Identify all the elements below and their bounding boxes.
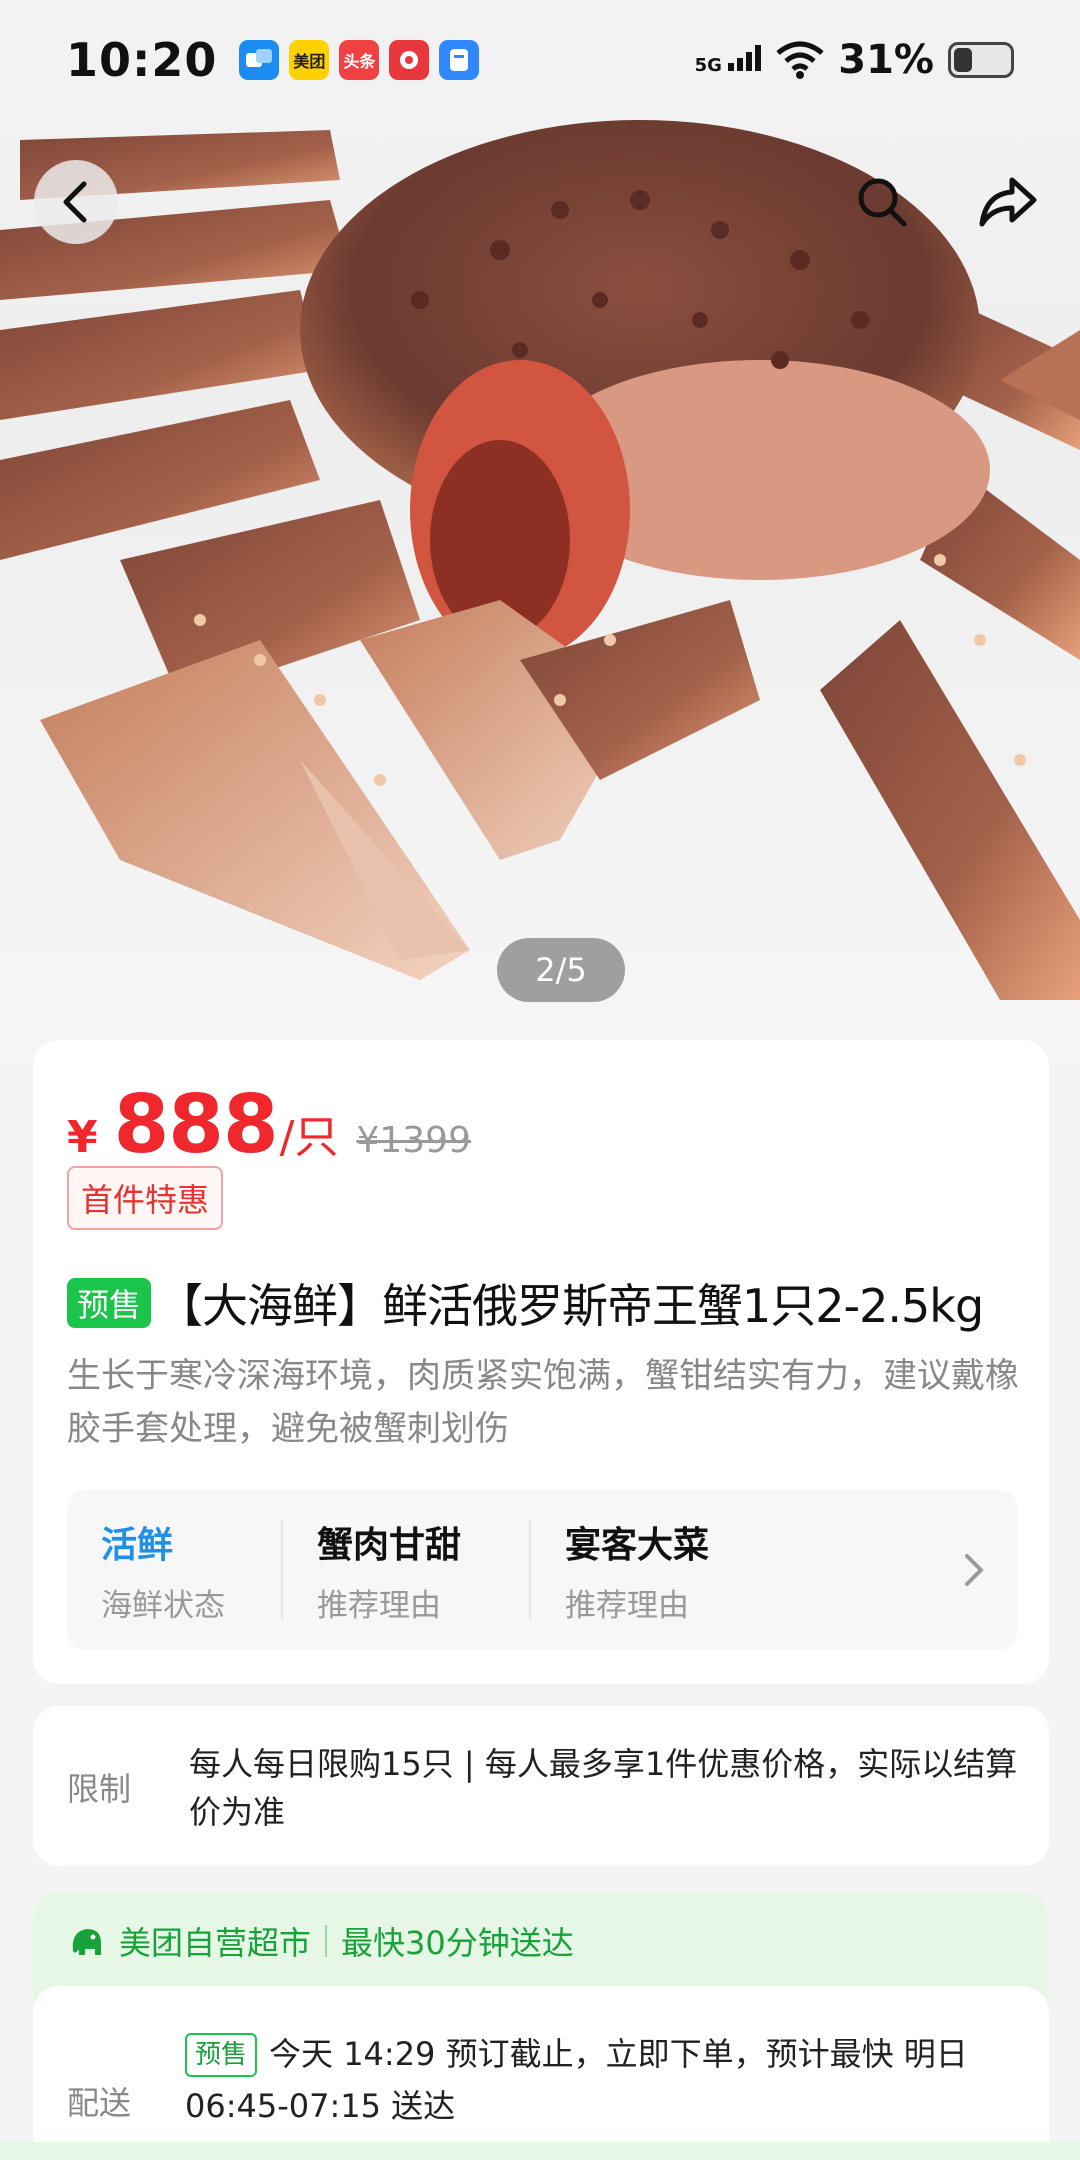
- doc-app-icon: [439, 40, 480, 80]
- network-type: 5G: [694, 55, 722, 76]
- product-title-row: 预售 【大海鲜】鲜活俄罗斯帝王蟹1只2-2.5kg: [67, 1270, 1019, 1336]
- shopping-app-icon: [389, 40, 430, 80]
- store-line: 美团自营超市 最快30分钟送达: [67, 1918, 574, 1964]
- product-info-card: ¥ 888 /只 ¥1399 首件特惠 预售 【大海鲜】鲜活俄罗斯帝王蟹1只2-…: [33, 1040, 1049, 1684]
- toutiao-app-icon: 头条: [339, 40, 380, 80]
- price-row: ¥ 888 /只 ¥1399: [67, 1078, 471, 1171]
- delivery-label: 配送: [67, 2084, 132, 2122]
- battery-icon: [948, 42, 1014, 78]
- elephant-logo-icon: [72, 1929, 101, 1955]
- wifi-icon: [776, 41, 824, 79]
- king-crab-photo: [0, 120, 1080, 1000]
- attribute-value: 宴客大菜: [565, 1524, 710, 1566]
- delivery-promise: 最快30分钟送达: [341, 1924, 574, 1962]
- status-bar: 10:20 美团 头条 5G 31%: [0, 0, 1080, 120]
- attribute-value: 活鲜: [101, 1524, 174, 1566]
- product-description: 生长于寒冷深海环境，肉质紧实饱满，蟹钳结实有力，建议戴橡胶手套处理，避免被蟹刺划…: [67, 1356, 1019, 1449]
- product-image-gallery[interactable]: 10:20 美团 头条 5G 31% 2/5: [0, 0, 1080, 1060]
- limit-text: 每人每日限购15只 | 每人最多享1件优惠价格，实际以结算价为准: [189, 1745, 1018, 1831]
- price-unit: /只: [279, 1112, 339, 1163]
- limit-label: 限制: [67, 1770, 132, 1808]
- product-attributes[interactable]: 活鲜 海鲜状态 蟹肉甘甜 推荐理由 宴客大菜 推荐理由: [67, 1490, 1017, 1650]
- attribute-label: 推荐理由: [565, 1587, 689, 1624]
- share-button[interactable]: [966, 160, 1050, 244]
- delivery-info: 预售 今天 14:29 预订截止，立即下单，预计最快 明日 06:45-07:15…: [185, 2028, 1025, 2132]
- presale-badge: 预售: [67, 1278, 152, 1328]
- attribute-label: 海鲜状态: [101, 1587, 225, 1624]
- promo-tag: 首件特惠: [67, 1166, 224, 1230]
- attribute-item: 蟹肉甘甜 推荐理由: [281, 1520, 529, 1624]
- delivery-card: 配送 预售 今天 14:29 预订截止，立即下单，预计最快 明日 06:45-07…: [33, 1986, 1049, 2160]
- purchase-limit-card: 限制 每人每日限购15只 | 每人最多享1件优惠价格，实际以结算价为准: [33, 1706, 1049, 1866]
- price-currency: ¥: [67, 1112, 98, 1163]
- network-5g-icon: 5G: [695, 45, 763, 75]
- back-arrow-icon: [63, 181, 87, 223]
- back-button[interactable]: [34, 160, 118, 244]
- notification-icons: 美团 头条: [239, 40, 480, 80]
- attribute-item: 活鲜 海鲜状态: [67, 1520, 281, 1624]
- attribute-item: 宴客大菜 推荐理由: [529, 1520, 829, 1624]
- attribute-value: 蟹肉甘甜: [317, 1524, 462, 1566]
- search-icon: [858, 178, 907, 227]
- store-name: 美团自营超市: [119, 1924, 312, 1962]
- current-price: 888: [113, 1078, 279, 1171]
- gallery-page-indicator: 2/5: [497, 938, 625, 1002]
- share-icon: [979, 177, 1037, 227]
- chevron-right-icon[interactable]: [961, 1548, 987, 1592]
- search-button[interactable]: [840, 160, 924, 244]
- app-icon-blue: [239, 40, 280, 80]
- status-time: 10:20: [66, 33, 218, 87]
- status-right: 5G 31%: [695, 37, 1014, 83]
- attribute-label: 推荐理由: [317, 1587, 441, 1624]
- delivery-text: 今天 14:29 预订截止，立即下单，预计最快 明日 06:45-07:15 送…: [185, 2035, 968, 2125]
- original-price: ¥1399: [356, 1120, 471, 1161]
- bottom-strip: [0, 2142, 1080, 2160]
- battery-percent: 31%: [838, 37, 934, 83]
- product-title: 【大海鲜】鲜活俄罗斯帝王蟹1只2-2.5kg: [157, 1279, 984, 1333]
- meituan-app-icon: 美团: [289, 40, 330, 80]
- delivery-presale-tag: 预售: [185, 2033, 258, 2077]
- store-divider: [325, 1925, 328, 1957]
